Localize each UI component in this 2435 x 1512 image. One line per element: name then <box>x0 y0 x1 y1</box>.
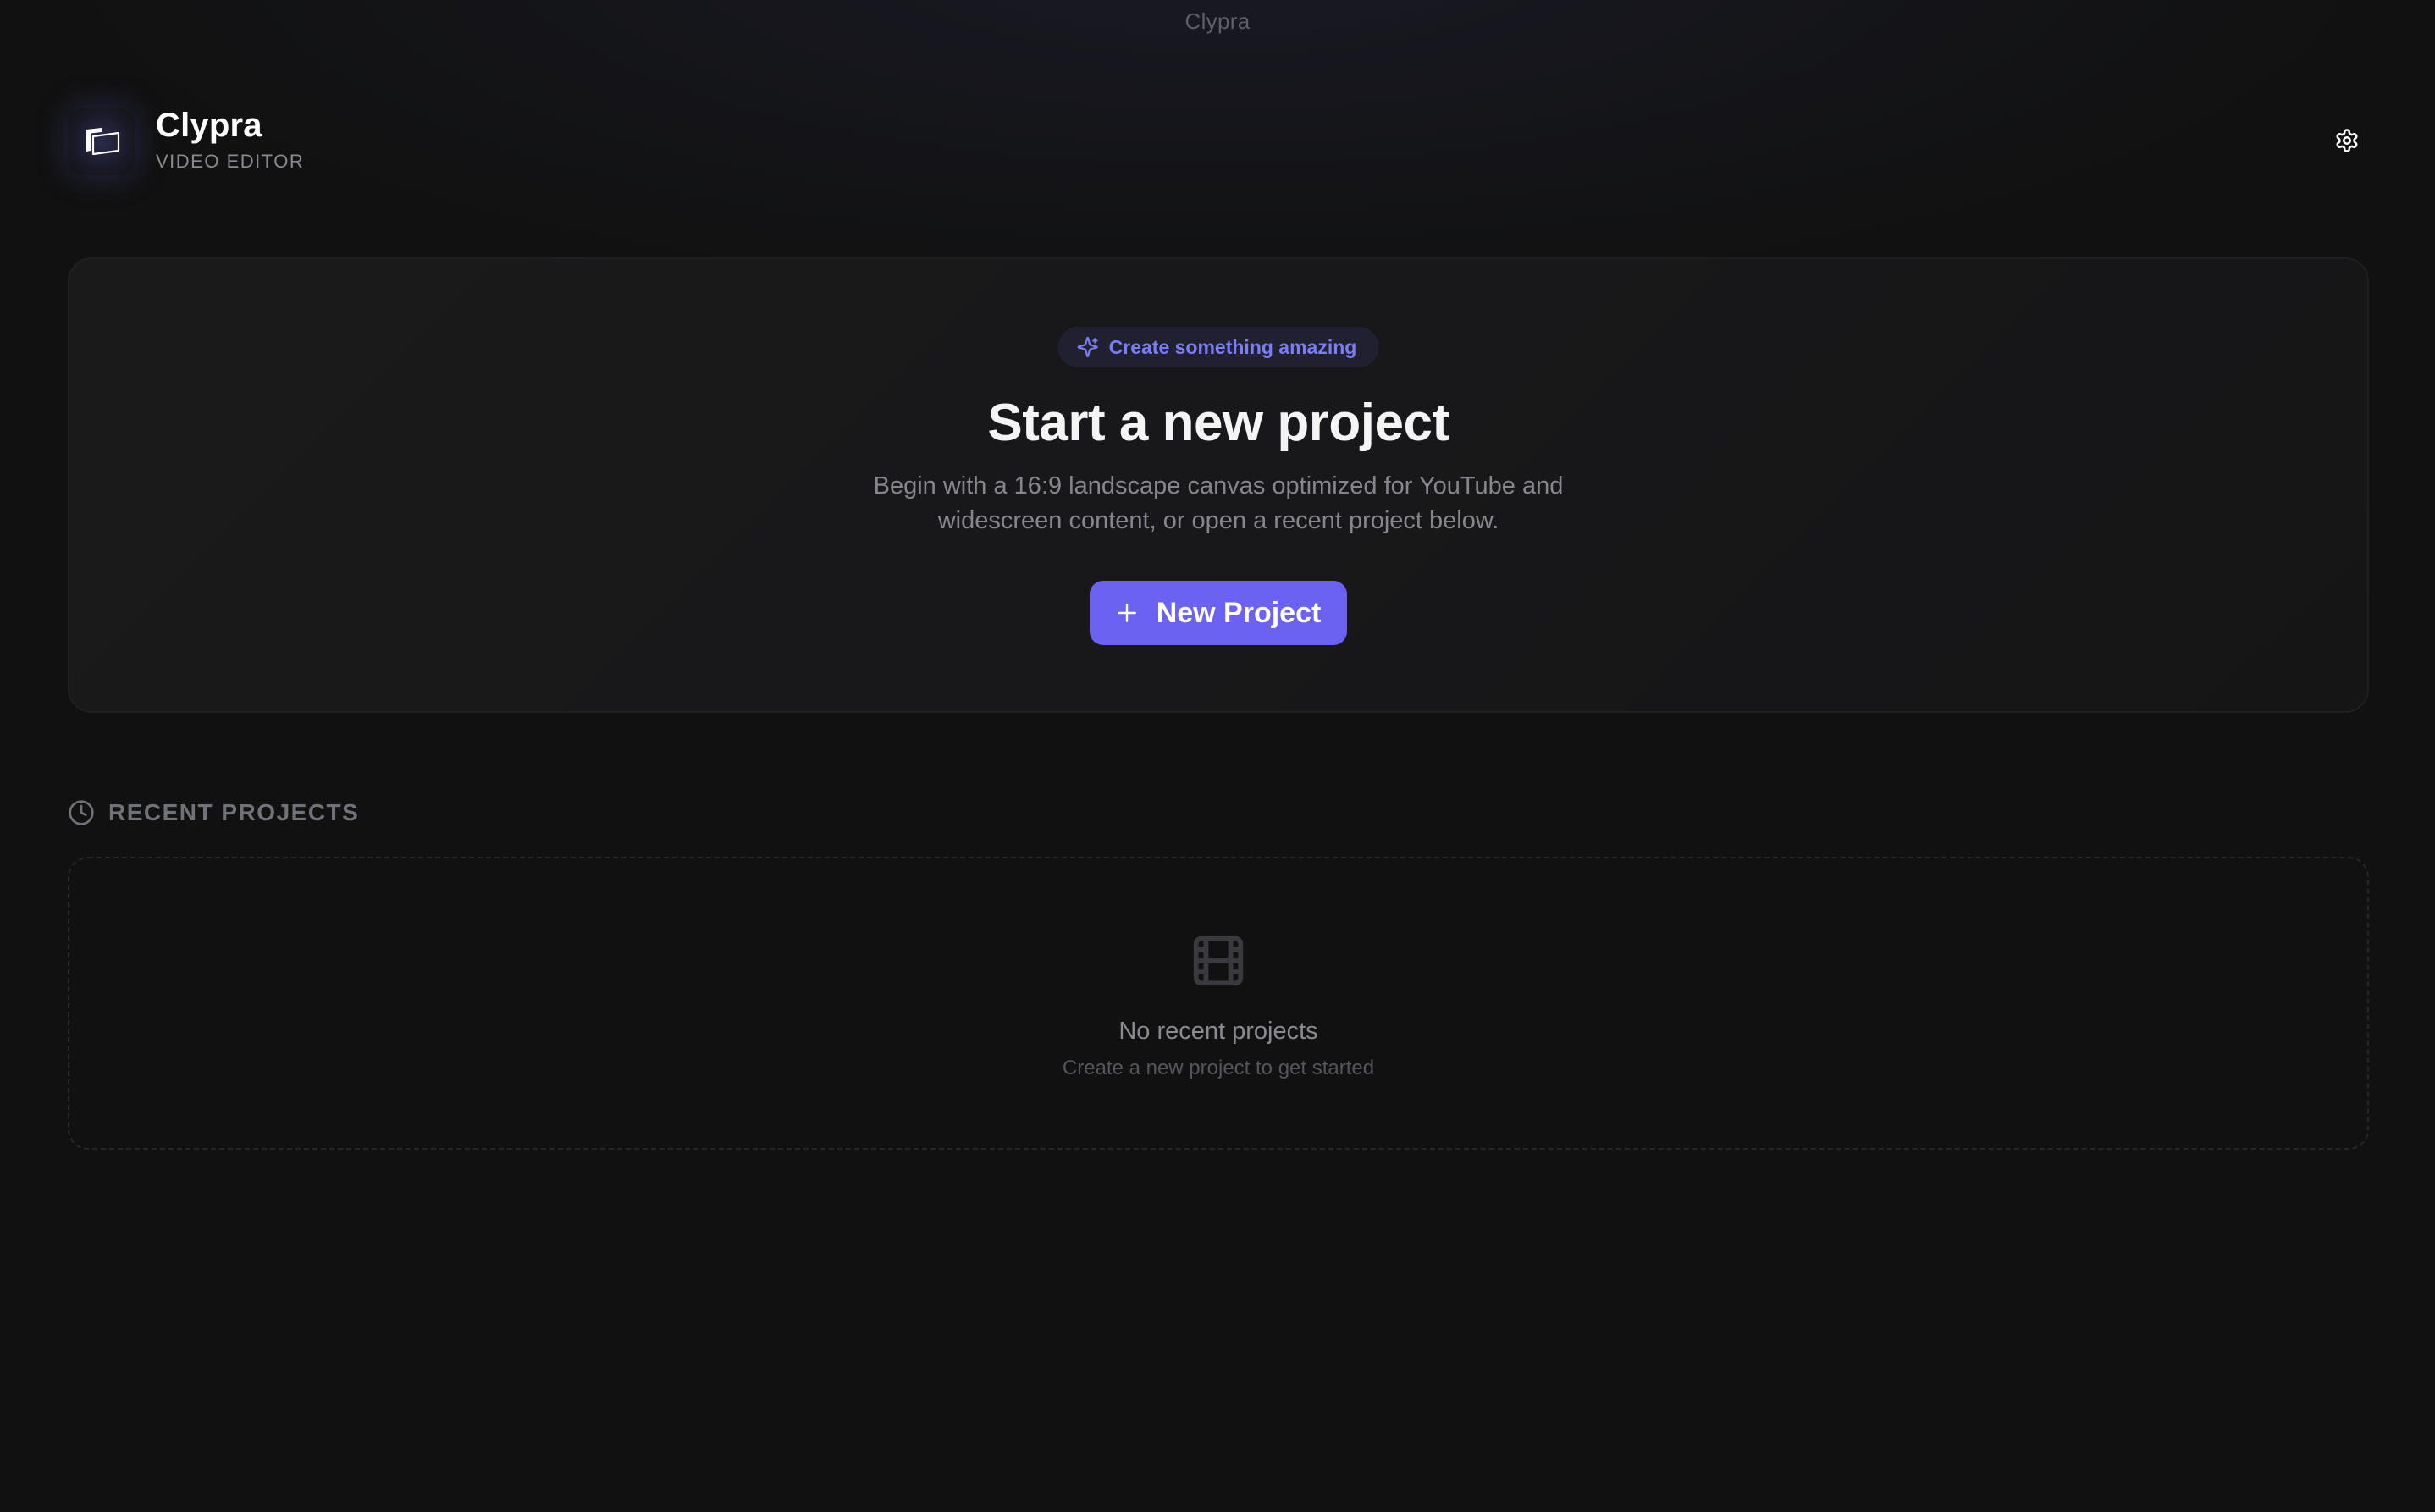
plus-icon <box>1117 604 1136 622</box>
gear-icon <box>2336 129 2358 152</box>
hero-description: Begin with a 16:9 landscape canvas optim… <box>873 472 1564 534</box>
hero-badge: Create something amazing <box>1057 327 1379 367</box>
empty-state-title: No recent projects <box>1118 1018 1318 1045</box>
settings-button[interactable] <box>2327 120 2367 161</box>
recent-projects-heading: RECENT PROJECTS <box>68 797 359 828</box>
app-header: Clypra VIDEO EDITOR <box>68 95 2367 188</box>
brand-name: Clypra <box>156 107 262 144</box>
recent-projects-empty-state: No recent projects Create a new project … <box>68 857 2369 1150</box>
sparkles-icon <box>1077 336 1098 358</box>
window-title: Clypra <box>1184 8 1251 34</box>
empty-state-subtitle: Create a new project to get started <box>1062 1057 1375 1079</box>
brand-subtitle: VIDEO EDITOR <box>156 151 305 172</box>
clapperboard-icon <box>86 128 120 156</box>
hero-badge-text: Create something amazing <box>1108 335 1357 358</box>
new-project-button[interactable]: New Project <box>1090 581 1347 645</box>
hero-title: Start a new project <box>987 394 1449 452</box>
film-icon <box>1193 935 1244 986</box>
app-logo <box>68 108 135 175</box>
hero-card: Create something amazing Start a new pro… <box>68 257 2369 713</box>
clock-icon <box>69 800 94 825</box>
recent-projects-label: RECENT PROJECTS <box>108 799 360 825</box>
new-project-label: New Project <box>1156 596 1322 629</box>
